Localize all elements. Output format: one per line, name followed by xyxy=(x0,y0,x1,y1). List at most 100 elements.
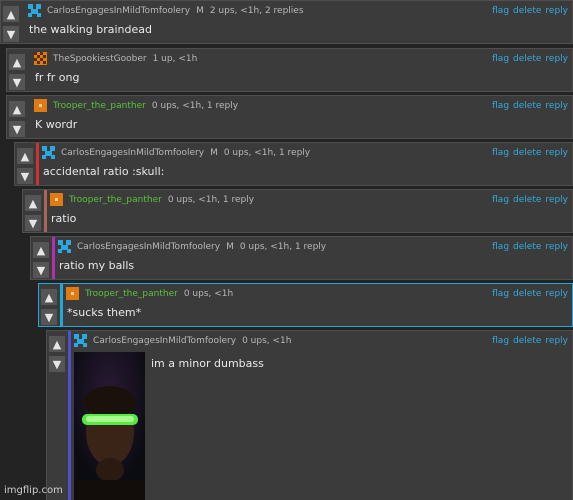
avatar[interactable] xyxy=(42,146,55,159)
comment-username[interactable]: CarlosEngagesInMildTomfoolery 0 ups, <1h xyxy=(93,336,291,346)
arrow-down-icon[interactable]: ▼ xyxy=(49,356,65,372)
flag-link[interactable]: flag xyxy=(492,242,509,252)
arrow-down-icon[interactable]: ▼ xyxy=(33,262,49,278)
username-text[interactable]: CarlosEngagesInMildTomfoolery xyxy=(93,336,236,346)
arrow-up-icon[interactable]: ▲ xyxy=(9,54,25,70)
delete-link[interactable]: delete xyxy=(513,148,541,158)
reply-link[interactable]: reply xyxy=(545,148,568,158)
avatar[interactable] xyxy=(66,287,79,300)
comment-actions: flag delete reply xyxy=(488,6,568,16)
comment-text: ratio xyxy=(51,212,77,225)
comment-meta: 1 up, <1h xyxy=(152,54,198,64)
arrow-up-icon[interactable]: ▲ xyxy=(9,101,25,117)
mod-badge: M xyxy=(226,242,234,252)
delete-link[interactable]: delete xyxy=(513,289,541,299)
comment-text: K wordr xyxy=(35,118,78,131)
arrow-down-icon[interactable]: ▼ xyxy=(3,26,19,42)
comment-meta: 2 ups, <1h, 2 replies xyxy=(209,6,304,16)
comment-text: accidental ratio :skull: xyxy=(43,165,165,178)
avatar[interactable] xyxy=(74,334,87,347)
arrow-up-icon[interactable]: ▲ xyxy=(25,195,41,211)
comment: ▲ ▼ Trooper_the_panther 0 ups, <1h, 1 rep… xyxy=(22,189,573,233)
reply-link[interactable]: reply xyxy=(545,6,568,16)
reply-link[interactable]: reply xyxy=(545,54,568,64)
avatar[interactable] xyxy=(58,240,71,253)
reply-link[interactable]: reply xyxy=(545,289,568,299)
comment-body: Trooper_the_panther 0 ups, <1h, 1 reply f… xyxy=(44,190,572,232)
reply-link[interactable]: reply xyxy=(545,101,568,111)
username-text[interactable]: Trooper_the_panther xyxy=(85,289,178,299)
comment-username[interactable]: CarlosEngagesInMildTomfoolery M 0 ups, <1h… xyxy=(77,242,326,252)
arrow-down-icon[interactable]: ▼ xyxy=(9,74,25,90)
username-text[interactable]: TheSpookiestGoober xyxy=(53,54,147,64)
flag-link[interactable]: flag xyxy=(492,54,509,64)
comment-actions: flag delete reply xyxy=(488,54,568,64)
arrow-up-icon[interactable]: ▲ xyxy=(41,289,57,305)
comment-body: Trooper_the_panther 0 ups, <1h flag delete… xyxy=(60,284,572,326)
vote-controls: ▲ ▼ xyxy=(1,1,21,46)
comment-username[interactable]: TheSpookiestGoober 1 up, <1h xyxy=(53,54,197,64)
username-text[interactable]: CarlosEngagesInMildTomfoolery xyxy=(47,6,190,16)
delete-link[interactable]: delete xyxy=(513,101,541,111)
comment-text: fr fr ong xyxy=(35,71,80,84)
comment-image[interactable] xyxy=(74,352,145,500)
comment-username[interactable]: CarlosEngagesInMildTomfoolery M 0 ups, <1h… xyxy=(61,148,310,158)
username-text[interactable]: Trooper_the_panther xyxy=(53,101,146,111)
arrow-up-icon[interactable]: ▲ xyxy=(49,336,65,352)
arrow-up-icon[interactable]: ▲ xyxy=(17,148,33,164)
flag-link[interactable]: flag xyxy=(492,195,509,205)
vote-controls: ▲ ▼ xyxy=(47,331,67,376)
comment-header: CarlosEngagesInMildTomfoolery 0 ups, <1h … xyxy=(71,334,572,352)
comment-username[interactable]: Trooper_the_panther 0 ups, <1h, 1 reply xyxy=(53,101,238,111)
avatar[interactable] xyxy=(28,4,41,17)
delete-link[interactable]: delete xyxy=(513,195,541,205)
flag-link[interactable]: flag xyxy=(492,148,509,158)
comment-header: Trooper_the_panther 0 ups, <1h flag delete… xyxy=(63,287,572,305)
arrow-down-icon[interactable]: ▼ xyxy=(17,168,33,184)
arrow-down-icon[interactable]: ▼ xyxy=(25,215,41,231)
username-text[interactable]: CarlosEngagesInMildTomfoolery xyxy=(77,242,220,252)
comment: ▲ ▼ CarlosEngagesInMildTomfoolery 0 ups, … xyxy=(46,330,573,500)
flag-link[interactable]: flag xyxy=(492,6,509,16)
vote-controls: ▲ ▼ xyxy=(23,190,43,235)
comment-actions: flag delete reply xyxy=(488,289,568,299)
comment-text: ratio my balls xyxy=(59,259,135,272)
username-text[interactable]: Trooper_the_panther xyxy=(69,195,162,205)
arrow-down-icon[interactable]: ▼ xyxy=(9,121,25,137)
comment: ▲ ▼ Trooper_the_panther 0 ups, <1h, 1 rep… xyxy=(6,95,573,139)
comment-actions: flag delete reply xyxy=(488,195,568,205)
delete-link[interactable]: delete xyxy=(513,336,541,346)
avatar[interactable] xyxy=(34,99,47,112)
delete-link[interactable]: delete xyxy=(513,242,541,252)
vote-controls: ▲ ▼ xyxy=(7,96,27,141)
comment-username[interactable]: CarlosEngagesInMildTomfoolery M 2 ups, <1h… xyxy=(47,6,304,16)
arrow-down-icon[interactable]: ▼ xyxy=(41,309,57,325)
avatar[interactable] xyxy=(50,193,63,206)
arrow-up-icon[interactable]: ▲ xyxy=(3,6,19,22)
comment-body: CarlosEngagesInMildTomfoolery M 0 ups, <1h… xyxy=(52,237,572,279)
arrow-up-icon[interactable]: ▲ xyxy=(33,242,49,258)
flag-link[interactable]: flag xyxy=(492,289,509,299)
delete-link[interactable]: delete xyxy=(513,6,541,16)
flag-link[interactable]: flag xyxy=(492,336,509,346)
comment-header: TheSpookiestGoober 1 up, <1h flag delete re… xyxy=(31,52,572,70)
comment-meta: 0 ups, <1h, 1 reply xyxy=(223,148,311,158)
comment-body: Trooper_the_panther 0 ups, <1h, 1 reply f… xyxy=(28,96,572,138)
comment-header: CarlosEngagesInMildTomfoolery M 2 ups, <1h… xyxy=(25,4,572,22)
vote-controls: ▲ ▼ xyxy=(31,237,51,282)
flag-link[interactable]: flag xyxy=(492,101,509,111)
comment: ▲ ▼ Trooper_the_panther 0 ups, <1h flag de… xyxy=(38,283,573,327)
comment-username[interactable]: Trooper_the_panther 0 ups, <1h xyxy=(85,289,233,299)
comment-meta: 0 ups, <1h, 1 reply xyxy=(167,195,255,205)
comment-header: CarlosEngagesInMildTomfoolery M 0 ups, <1h… xyxy=(39,146,572,164)
comment-username[interactable]: Trooper_the_panther 0 ups, <1h, 1 reply xyxy=(69,195,254,205)
mod-badge: M xyxy=(196,6,204,16)
avatar[interactable] xyxy=(34,52,47,65)
comment: ▲ ▼ CarlosEngagesInMildTomfoolery M 2 ups,… xyxy=(0,0,573,44)
comment-actions: flag delete reply xyxy=(488,101,568,111)
reply-link[interactable]: reply xyxy=(545,195,568,205)
reply-link[interactable]: reply xyxy=(545,242,568,252)
username-text[interactable]: CarlosEngagesInMildTomfoolery xyxy=(61,148,204,158)
delete-link[interactable]: delete xyxy=(513,54,541,64)
reply-link[interactable]: reply xyxy=(545,336,568,346)
